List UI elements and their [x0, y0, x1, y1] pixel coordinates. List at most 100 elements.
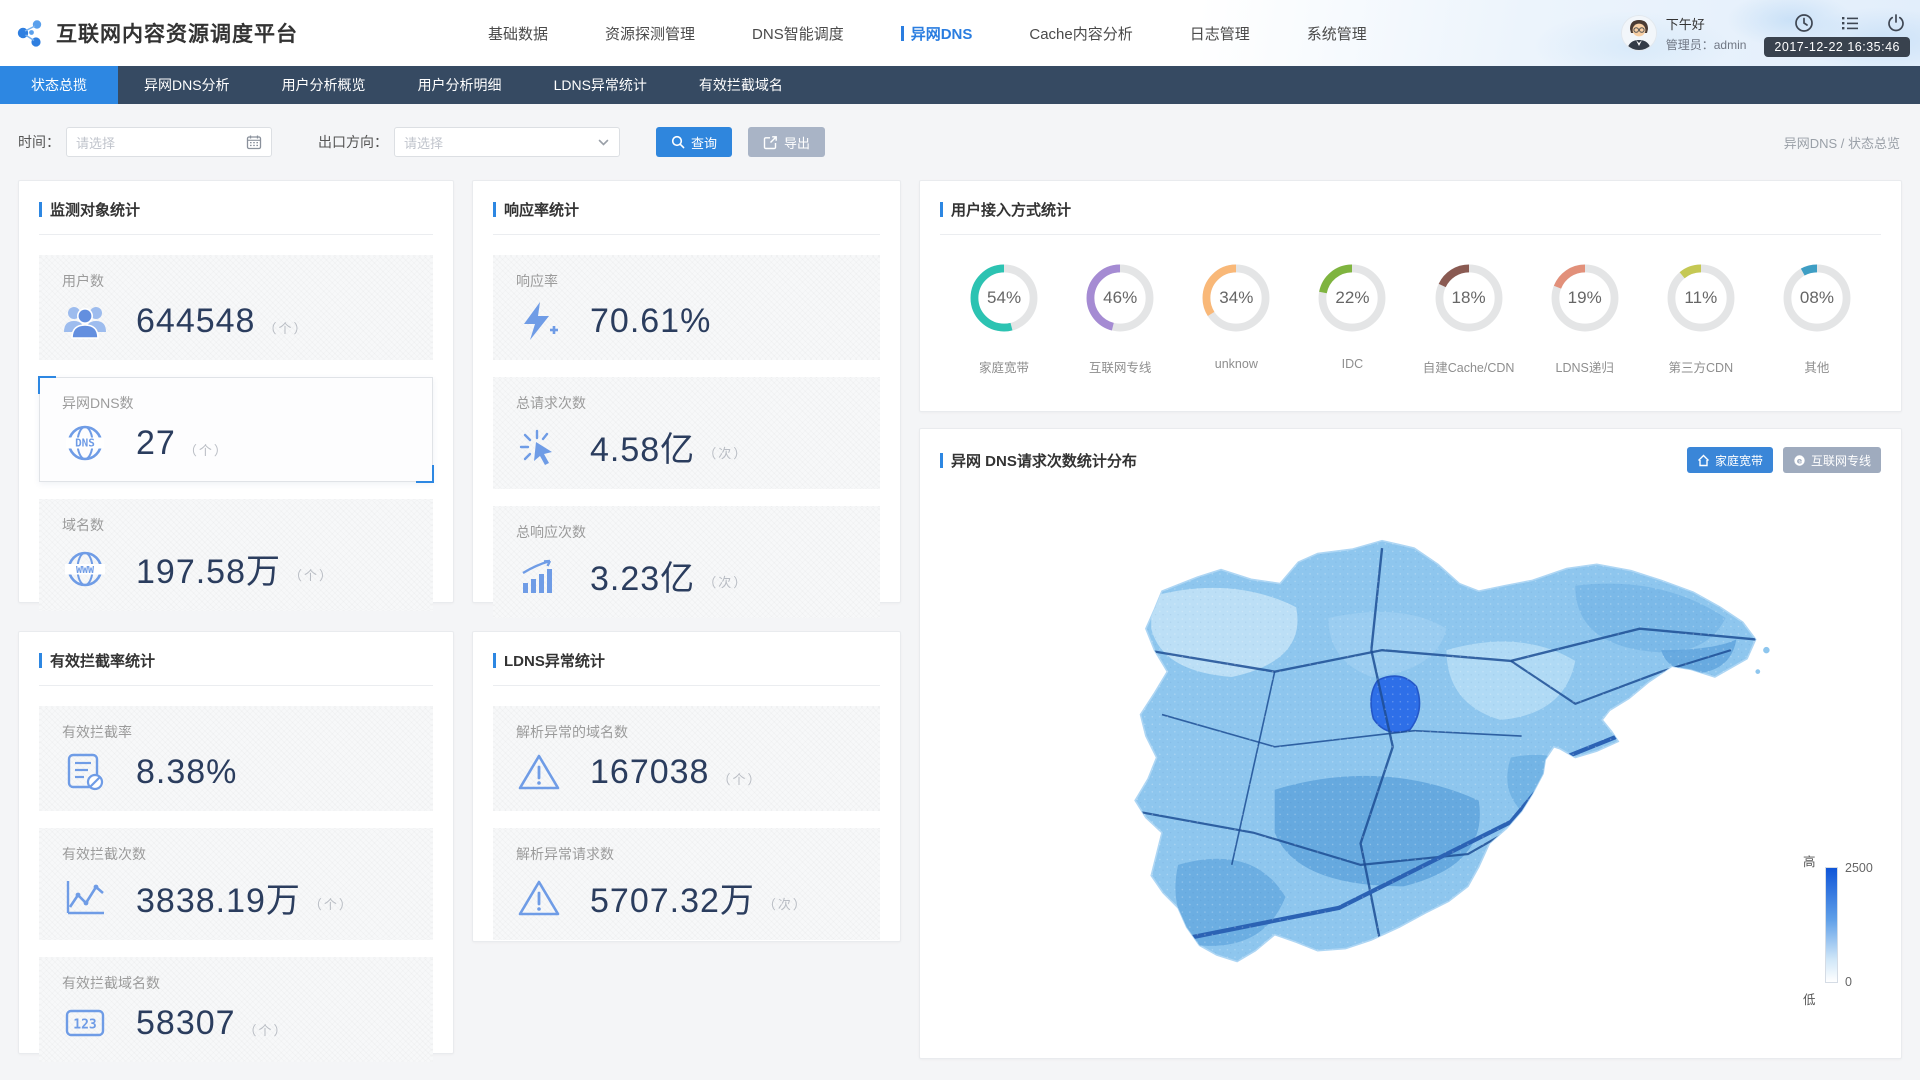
donut-percent: 18%	[1451, 288, 1486, 307]
tab-ldns-anomaly[interactable]: LDNS异常统计	[528, 66, 673, 104]
access-method-item: 11% 第三方CDN	[1646, 259, 1756, 376]
nav-item-resource-probe[interactable]: 资源探测管理	[605, 23, 695, 44]
stat-value: 644548	[136, 301, 256, 340]
map-toggle-home-broadband[interactable]: 家庭宽带	[1686, 447, 1773, 473]
tab-intercepted-domains[interactable]: 有效拦截域名	[673, 66, 809, 104]
stat-label: 总响应次数	[516, 524, 586, 540]
stat-tile-intercept-domains[interactable]: 有效拦截域名数 123 58307 （个）	[39, 957, 433, 1062]
time-filter-label: 时间：	[18, 134, 60, 150]
divider	[39, 234, 433, 235]
svg-text:WWW: WWW	[76, 564, 95, 575]
access-method-item: 19% LDNS递归	[1530, 259, 1640, 376]
stat-label: 有效拦截次数	[62, 846, 146, 862]
query-button[interactable]: 查询	[656, 127, 733, 157]
stat-value: 4.58亿	[590, 431, 696, 469]
numbers-icon: 123	[65, 1009, 105, 1037]
power-icon[interactable]	[1886, 13, 1906, 33]
tab-foreign-dns-analysis[interactable]: 异网DNS分析	[118, 66, 256, 104]
stat-tile-total-responses[interactable]: 总响应次数 3.23亿 （次）	[493, 506, 880, 618]
shandong-heatmap[interactable]	[1060, 485, 1790, 1030]
access-method-item: 18% 自建Cache/CDN	[1414, 259, 1524, 376]
tab-user-analysis-overview[interactable]: 用户分析概览	[256, 66, 392, 104]
export-icon	[763, 135, 777, 149]
nav-item-system-management[interactable]: 系统管理	[1307, 23, 1367, 44]
nav-item-dns-scheduling[interactable]: DNS智能调度	[752, 23, 844, 44]
stat-value: 3838.19万	[136, 882, 301, 920]
donut-label: LDNS递归	[1555, 361, 1614, 375]
stat-tile-users[interactable]: 用户数 644548 （个）	[39, 255, 433, 360]
legend-high-label: 高	[1803, 855, 1816, 869]
divider	[940, 234, 1881, 235]
page-title: 互联网内容资源调度平台	[56, 23, 298, 46]
stat-tile-domains[interactable]: 域名数 WWW 197.58万 （个）	[39, 499, 433, 611]
time-picker-input[interactable]: 请选择	[66, 127, 272, 157]
intercept-rate-card: 有效拦截率统计 有效拦截率 8.38% 有效拦截次数 3838.19万 （个） …	[18, 631, 454, 1054]
stat-tile-total-requests[interactable]: 总请求次数 4.58亿 （次）	[493, 377, 880, 489]
map-toggle-home-label: 家庭宽带	[1714, 453, 1763, 468]
top-navigation: 基础数据 资源探测管理 DNS智能调度 异网DNS Cache内容分析 日志管理…	[488, 0, 1367, 66]
divider	[39, 685, 433, 686]
tab-user-analysis-detail[interactable]: 用户分析明细	[392, 66, 528, 104]
avatar-image	[1621, 16, 1656, 50]
www-globe-icon: WWW	[65, 551, 105, 586]
card-accent-bar	[940, 452, 943, 468]
map-area: 高 2500 低 0	[940, 477, 1881, 1033]
list-menu-icon[interactable]	[1840, 13, 1860, 33]
nav-item-log-management[interactable]: 日志管理	[1190, 23, 1250, 44]
stat-tile-foreign-dns[interactable]: 异网DNS数 DNS 27 （个）	[38, 376, 434, 483]
donut-percent: 08%	[1799, 288, 1834, 307]
access-method-item: 46% 互联网专线	[1065, 259, 1175, 376]
app-header: 互联网内容资源调度平台 基础数据 资源探测管理 DNS智能调度 异网DNS Ca…	[0, 0, 1920, 66]
calendar-icon	[246, 135, 262, 150]
tab-status-overview[interactable]: 状态总揽	[0, 66, 118, 104]
access-method-item: 54% 家庭宽带	[949, 259, 1059, 376]
stat-tile-anomaly-domains[interactable]: 解析异常的域名数 167038 （个）	[493, 706, 880, 811]
stat-tile-response-rate[interactable]: 响应率 70.61%	[493, 255, 880, 360]
direction-select[interactable]: 请选择	[394, 127, 620, 157]
stat-unit: （个）	[263, 320, 309, 336]
doc-block-icon	[67, 753, 104, 791]
avatar[interactable]	[1620, 15, 1657, 51]
line-chart-icon	[66, 880, 104, 914]
svg-text:DNS: DNS	[75, 437, 95, 450]
donut-percent: 19%	[1567, 288, 1602, 307]
dns-map-card: 异网 DNS请求次数统计分布 家庭宽带 e 互联网专线 高 2500 低 0	[919, 428, 1902, 1059]
donut-label: 其他	[1804, 361, 1830, 375]
ldns-anomaly-card: LDNS异常统计 解析异常的域名数 167038 （个） 解析异常请求数 570…	[472, 631, 901, 942]
click-cursor-icon	[519, 429, 552, 465]
monitor-card-title: 监测对象统计	[50, 202, 141, 219]
ldns-card-title: LDNS异常统计	[504, 653, 605, 670]
stat-tile-intercept-count[interactable]: 有效拦截次数 3838.19万 （个）	[39, 828, 433, 940]
map-toggle-internet-line[interactable]: e 互联网专线	[1782, 447, 1881, 473]
stat-tile-anomaly-requests[interactable]: 解析异常请求数 5707.32万 （次）	[493, 828, 880, 940]
stat-label: 响应率	[516, 273, 558, 289]
intercept-card-title: 有效拦截率统计	[50, 653, 156, 670]
chevron-down-icon	[598, 139, 609, 146]
datetime-display: 2017-12-22 16:35:46	[1764, 37, 1910, 57]
stat-unit: （个）	[308, 897, 354, 912]
card-accent-bar	[39, 202, 42, 217]
stat-value: 197.58万	[136, 553, 281, 591]
donut-percent: 34%	[1219, 288, 1254, 307]
stat-tile-intercept-rate[interactable]: 有效拦截率 8.38%	[39, 706, 433, 811]
legend-low-label: 低	[1803, 993, 1816, 1007]
nav-item-foreign-dns[interactable]: 异网DNS	[901, 23, 973, 44]
nav-item-basic-data[interactable]: 基础数据	[488, 23, 548, 44]
export-button[interactable]: 导出	[748, 127, 826, 157]
stat-unit: （次）	[762, 897, 808, 912]
card-accent-bar	[493, 202, 496, 217]
clock-icon[interactable]	[1794, 13, 1814, 33]
stat-value: 8.38%	[136, 752, 238, 791]
legend-gradient-bar	[1825, 867, 1838, 983]
card-accent-bar	[39, 653, 42, 668]
breadcrumb: 异网DNS / 状态总览	[1783, 135, 1900, 151]
map-card-title: 异网 DNS请求次数统计分布	[951, 452, 1137, 470]
sub-tabbar: 状态总揽 异网DNS分析 用户分析概览 用户分析明细 LDNS异常统计 有效拦截…	[0, 66, 1920, 104]
donut-percent: 46%	[1103, 288, 1138, 307]
user-block[interactable]: 下午好 管理员：admin	[1620, 14, 1746, 53]
export-button-label: 导出	[784, 135, 811, 151]
stat-unit: （次）	[703, 446, 749, 461]
stat-unit: （个）	[243, 1022, 289, 1038]
access-donut-row: 54% 家庭宽带 46% 互联网专线 34% unknow 22% IDC 18% 自建Cache…	[940, 255, 1881, 376]
nav-item-cache-analysis[interactable]: Cache内容分析	[1029, 23, 1132, 44]
